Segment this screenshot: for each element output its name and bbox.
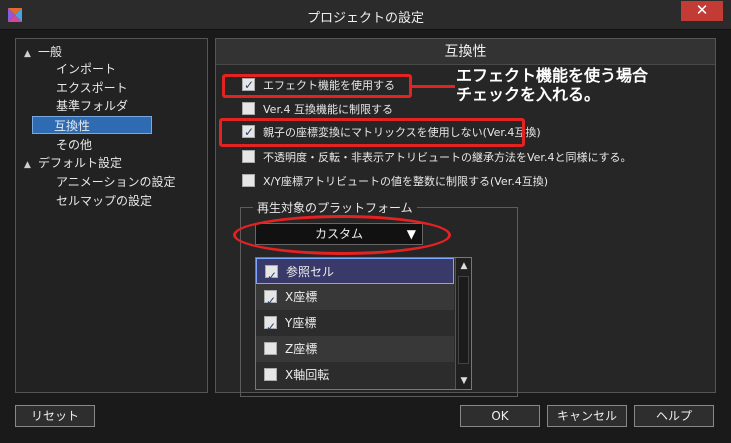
cancel-button[interactable]: キャンセル xyxy=(547,405,627,427)
option-integer-xy[interactable]: X/Y座標アトリビュートの値を整数に制限する(Ver.4互換) xyxy=(242,173,548,191)
ok-button[interactable]: OK xyxy=(460,405,540,427)
checkbox-checked[interactable] xyxy=(264,288,277,314)
list-item-reference-cell[interactable]: 参照セル xyxy=(256,258,454,289)
window-title: プロジェクトの設定 xyxy=(306,11,424,26)
tree-item-compatibility[interactable]: 互換性 xyxy=(32,116,152,134)
platform-group-label: 再生対象のプラットフォーム xyxy=(253,199,417,216)
list-scrollbar[interactable]: ▲ ▼ xyxy=(455,258,471,389)
scroll-down-icon[interactable]: ▼ xyxy=(456,373,471,389)
tree-item-base-folder[interactable]: 基準フォルダ xyxy=(56,97,128,115)
checkbox-unchecked[interactable] xyxy=(264,342,277,355)
checkbox-unchecked[interactable] xyxy=(242,174,255,187)
checkbox-checked[interactable] xyxy=(265,263,278,289)
option-limit-ver4[interactable]: Ver.4 互換機能に制限する xyxy=(242,101,393,119)
checkbox-unchecked[interactable] xyxy=(242,102,255,115)
settings-tree: ▲ 一般 インポート エクスポート 基準フォルダ 互換性 その他 ▲ デフォルト設定… xyxy=(15,38,208,393)
tree-item-general[interactable]: ▲ 一般 xyxy=(24,43,62,61)
list-item-y-position[interactable]: Y座標 xyxy=(256,310,454,340)
annotation-note-line1: エフェクト機能を使う場合 xyxy=(456,66,649,85)
attribute-list[interactable]: 参照セル X座標 Y座標 Z座標 X軸回転 ▲ ▼ xyxy=(255,257,472,390)
collapse-arrow-icon[interactable]: ▲ xyxy=(24,45,38,63)
title-bar: プロジェクトの設定 ✕ xyxy=(0,0,731,30)
annotation-highlight-effect xyxy=(222,74,412,98)
tree-item-other[interactable]: その他 xyxy=(56,136,92,154)
close-button[interactable]: ✕ xyxy=(681,1,723,21)
tree-item-cellmap-settings[interactable]: セルマップの設定 xyxy=(56,192,152,210)
checkbox-unchecked[interactable] xyxy=(264,368,277,381)
collapse-arrow-icon[interactable]: ▲ xyxy=(24,156,38,174)
tree-item-animation-settings[interactable]: アニメーションの設定 xyxy=(56,173,176,191)
help-button[interactable]: ヘルプ xyxy=(634,405,714,427)
option-inherit-ver4[interactable]: 不透明度・反転・非表示アトリビュートの継承方法をVer.4と同様にする。 xyxy=(242,149,632,167)
checkbox-checked[interactable] xyxy=(264,314,277,340)
annotation-highlight-dropdown xyxy=(233,215,451,255)
annotation-note-line2: チェックを入れる。 xyxy=(456,85,601,104)
annotation-highlight-matrix xyxy=(219,118,525,147)
annotation-connector xyxy=(411,85,455,88)
tree-item-default-settings[interactable]: ▲ デフォルト設定 xyxy=(24,154,122,172)
scroll-thumb[interactable] xyxy=(458,276,469,364)
list-item-x-position[interactable]: X座標 xyxy=(256,284,454,314)
list-item-z-position[interactable]: Z座標 xyxy=(256,336,454,362)
list-item-x-rotation[interactable]: X軸回転 xyxy=(256,362,454,388)
scroll-up-icon[interactable]: ▲ xyxy=(456,258,471,274)
checkbox-unchecked[interactable] xyxy=(242,150,255,163)
tree-item-import[interactable]: インポート xyxy=(56,60,116,78)
reset-button[interactable]: リセット xyxy=(15,405,95,427)
tree-item-export[interactable]: エクスポート xyxy=(56,79,128,97)
section-title: 互換性 xyxy=(216,39,715,65)
